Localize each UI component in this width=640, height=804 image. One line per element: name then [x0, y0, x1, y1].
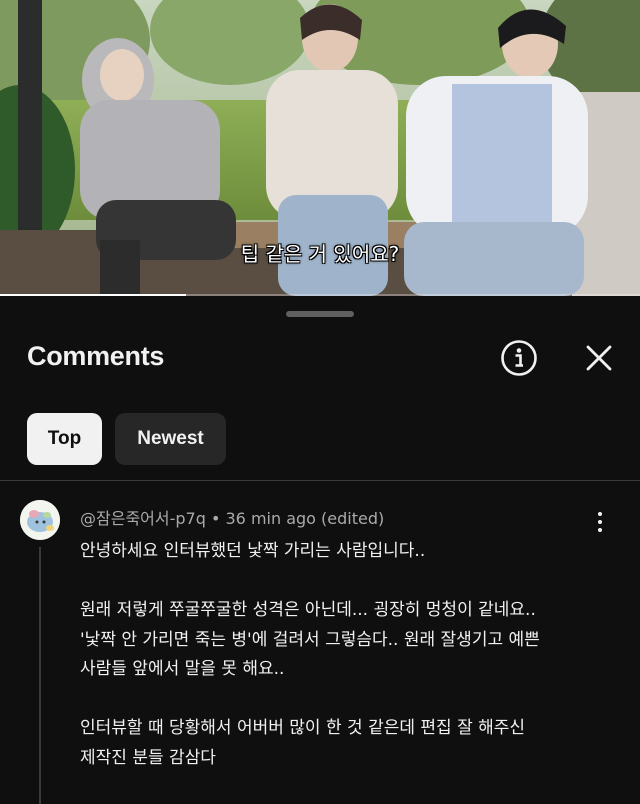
comment-line: 사람들 앞에서 말을 못 해요.. [80, 659, 285, 679]
comment-body: 안녕하세요 인터뷰했던 낯짝 가리는 사람입니다.. 원래 저렇게 쭈굴쭈굴한 … [80, 537, 610, 773]
comment-line: 원래 저렇게 쭈굴쭈굴한 성격은 아닌데... 굉장히 멍청이 같네요.. [80, 600, 536, 620]
avatar-image [20, 500, 60, 540]
reply-thread-line [39, 547, 41, 804]
panel-title: Comments [27, 341, 165, 371]
comment-line: '낯짝 안 가리면 죽는 병'에 걸려서 그렇슴다.. 원래 잘생기고 예쁜 [80, 629, 540, 650]
video-subtitle: 팁 같은 거 있어요? [240, 242, 400, 266]
video-player[interactable]: 팁 같은 거 있어요? [0, 0, 640, 296]
comment-meta: @잠은죽어서-p7q • 36 min ago (edited) [80, 505, 384, 529]
meta-separator: • [210, 509, 221, 528]
info-button[interactable] [500, 339, 538, 377]
info-icon [501, 340, 537, 376]
edited-label: (edited) [321, 509, 385, 528]
more-vert-icon [598, 512, 602, 516]
comment-line: 인터뷰할 때 당황해서 어버버 많이 한 것 같은데 편집 잘 해주신 [80, 718, 526, 738]
divider [0, 480, 640, 481]
filter-chip-newest[interactable]: Newest [115, 413, 226, 465]
more-vert-icon-dot [598, 520, 602, 524]
comment-timestamp: 36 min ago [225, 509, 316, 528]
close-button[interactable] [582, 341, 616, 375]
comments-panel: Comments Top Newest @잠은죽어서-p7q • 36 min … [0, 297, 640, 804]
video-progress-fill [0, 294, 186, 296]
filter-chip-top[interactable]: Top [27, 413, 102, 465]
video-progress-bar[interactable] [0, 294, 640, 296]
drag-handle[interactable] [286, 311, 354, 317]
more-options-button[interactable] [588, 507, 612, 537]
comment-line: 제작진 분들 감삼다 [80, 747, 216, 768]
more-vert-icon-dot [598, 528, 602, 532]
comment-line: 안녕하세요 인터뷰했던 낯짝 가리는 사람입니다.. [80, 541, 426, 561]
close-icon [586, 345, 612, 371]
avatar[interactable] [20, 500, 60, 540]
comment-author[interactable]: @잠은죽어서-p7q [80, 509, 206, 528]
